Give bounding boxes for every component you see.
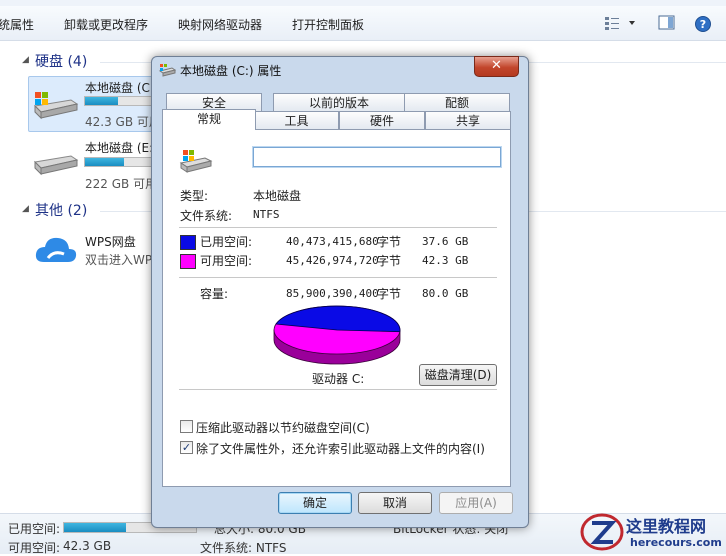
close-button[interactable]: ✕ [474,56,519,77]
system-properties-button[interactable]: 统属性 [0,16,34,33]
drive-usage-bar-c [84,96,156,106]
free-space-human: 42.3 GB [422,254,469,267]
group-header-hard-disks[interactable]: 硬盘 (4) [35,51,87,71]
open-control-panel-button[interactable]: 打开控制面板 [292,16,364,33]
wps-drive-name: WPS网盘 [85,235,136,249]
tab-hardware[interactable]: 硬件 [339,111,425,130]
command-toolbar: 统属性 卸载或更改程序 映射网络驱动器 打开控制面板 ? [0,6,726,41]
drive-usage-bar-e [84,157,156,167]
ok-button[interactable]: 确定 [278,492,352,514]
watermark-title: 这里教程网 [626,517,707,536]
preview-pane-icon[interactable] [658,15,676,34]
status-used-label: 已用空间: [8,522,61,536]
used-space-label: 已用空间: [200,235,253,249]
wps-cloud-icon [34,232,78,269]
drive-name-e: 本地磁盘 (E: [85,141,154,155]
site-watermark: 这里教程网 herecours.com [578,509,726,553]
filesystem-value: NTFS [253,208,280,221]
type-label: 类型: [180,189,209,203]
tab-previous-versions[interactable]: 以前的版本 [273,93,405,112]
free-space-color-swatch [180,254,196,269]
watermark-url: herecours.com [630,536,722,549]
dialog-title: 本地磁盘 (C:) 属性 [180,64,282,78]
drive-letter-label: 驱动器 C: [312,372,365,386]
drive-name-c: 本地磁盘 (C: [85,81,154,95]
separator [179,277,497,278]
capacity-label: 容量: [200,287,229,301]
index-checkbox[interactable]: ✓ [180,441,193,454]
tab-tools[interactable]: 工具 [254,111,339,130]
drive-title-icon [158,62,177,81]
uninstall-program-button[interactable]: 卸载或更改程序 [64,16,148,33]
hard-drive-icon [31,148,79,185]
view-options-icon[interactable] [604,15,638,34]
watermark-logo-icon [580,513,624,551]
drive-label-input[interactable] [252,146,502,168]
status-free-label: 可用空间: [8,541,61,555]
disk-cleanup-button[interactable]: 磁盘清理(D) [419,364,497,386]
tab-general[interactable]: 常规 [162,109,256,130]
drive-large-icon [179,148,213,179]
used-space-unit: 字节 [377,235,402,249]
cancel-button[interactable]: 取消 [358,492,432,514]
help-icon[interactable]: ? [694,15,712,36]
disk-usage-pie-chart [273,305,401,365]
hard-drive-windows-icon [31,88,79,125]
capacity-human: 80.0 GB [422,287,469,300]
status-free-value: 42.3 GB [63,539,112,553]
tab-quota[interactable]: 配额 [404,93,510,112]
used-space-human: 37.6 GB [422,235,469,248]
wps-drive-subtitle: 双击进入WP [85,253,153,267]
free-space-label: 可用空间: [200,254,253,268]
group-header-other[interactable]: 其他 (2) [35,200,87,220]
separator [179,389,497,390]
tab-sharing[interactable]: 共享 [425,111,511,130]
capacity-bytes: 85,900,390,400 [286,287,379,300]
filesystem-label: 文件系统: [180,209,233,223]
map-network-drive-button[interactable]: 映射网络驱动器 [178,16,262,33]
drive-free-space-c: 42.3 GB 可用 [85,115,161,129]
index-label: 除了文件属性外，还允许索引此驱动器上文件的内容(I) [196,442,485,456]
collapse-arrow-icon[interactable]: ◢ [22,55,29,65]
compress-label: 压缩此驱动器以节约磁盘空间(C) [196,421,370,435]
used-space-color-swatch [180,235,196,250]
separator [179,227,497,228]
type-value: 本地磁盘 [253,189,302,203]
free-space-unit: 字节 [377,254,402,268]
used-space-bytes: 40,473,415,680 [286,235,379,248]
apply-button[interactable]: 应用(A) [439,492,513,514]
free-space-bytes: 45,426,974,720 [286,254,379,267]
collapse-arrow-icon[interactable]: ◢ [22,204,29,214]
status-filesystem: 文件系统: NTFS [200,541,287,555]
compress-checkbox[interactable] [180,420,193,433]
drive-free-space-e: 222 GB 可用 [85,177,158,191]
svg-text:?: ? [700,18,706,31]
